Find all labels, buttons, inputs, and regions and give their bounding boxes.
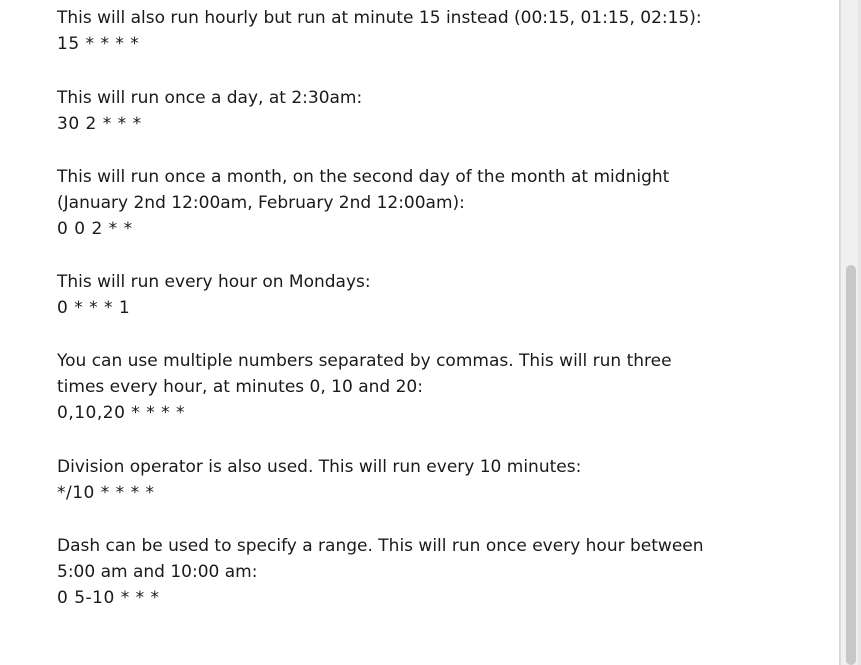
example-division: Division operator is also used. This wil… xyxy=(57,454,797,506)
cron-expression: 0 0 2 * * xyxy=(57,219,133,239)
example-description: This will run once a day, at 2:30am: xyxy=(57,88,363,108)
cron-expression: 0 5-10 * * * xyxy=(57,588,160,608)
cron-expression: 0,10,20 * * * * xyxy=(57,403,186,423)
example-description: This will run every hour on Mondays: xyxy=(57,272,371,292)
example-description-continued: (January 2nd 12:00am, February 2nd 12:00… xyxy=(57,193,465,213)
example-mondays: This will run every hour on Mondays: 0 *… xyxy=(57,269,797,321)
example-description: Dash can be used to specify a range. Thi… xyxy=(57,536,704,556)
example-description-continued: 5:00 am and 10:00 am: xyxy=(57,562,258,582)
cron-expression: 30 2 * * * xyxy=(57,114,142,134)
example-comma-list: You can use multiple numbers separated b… xyxy=(57,348,797,426)
example-description: This will also run hourly but run at min… xyxy=(57,8,702,28)
example-description-continued: times every hour, at minutes 0, 10 and 2… xyxy=(57,377,423,397)
example-description: Division operator is also used. This wil… xyxy=(57,457,582,477)
example-daily-230am: This will run once a day, at 2:30am: 30 … xyxy=(57,85,797,137)
example-description: You can use multiple numbers separated b… xyxy=(57,351,672,371)
browser-viewport: This will also run hourly but run at min… xyxy=(0,0,861,665)
page-content: This will also run hourly but run at min… xyxy=(0,0,840,665)
scrollbar-thumb[interactable] xyxy=(846,265,856,665)
example-monthly-second-day: This will run once a month, on the secon… xyxy=(57,164,797,242)
cron-expression: */10 * * * * xyxy=(57,483,155,503)
example-range: Dash can be used to specify a range. Thi… xyxy=(57,533,797,611)
example-minute-15: This will also run hourly but run at min… xyxy=(57,5,797,57)
example-description: This will run once a month, on the secon… xyxy=(57,167,670,187)
cron-expression: 15 * * * * xyxy=(57,34,140,54)
cron-expression: 0 * * * 1 xyxy=(57,298,131,318)
